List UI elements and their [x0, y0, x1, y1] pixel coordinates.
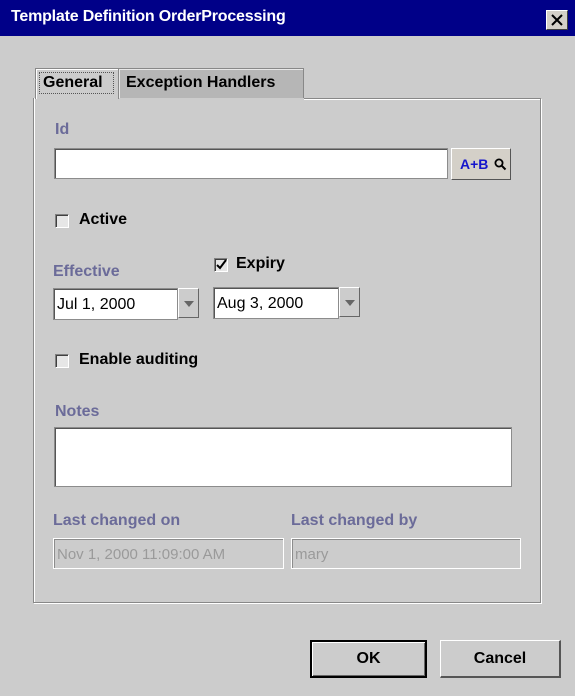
- active-checkbox[interactable]: [55, 214, 69, 228]
- effective-dropdown-button[interactable]: [178, 288, 199, 318]
- ok-button[interactable]: OK: [310, 640, 427, 678]
- last-changed-on-field: Nov 1, 2000 11:09:00 AM: [53, 538, 284, 569]
- effective-date-field[interactable]: Jul 1, 2000: [53, 288, 178, 320]
- auditing-label: Enable auditing: [79, 351, 199, 368]
- expiry-checkbox[interactable]: [214, 258, 228, 272]
- window-title: Template Definition OrderProcessing: [11, 8, 286, 25]
- cancel-button[interactable]: Cancel: [440, 640, 561, 678]
- active-label: Active: [79, 211, 128, 228]
- tab-exception-handlers[interactable]: Exception Handlers: [119, 68, 304, 99]
- expiry-date-field[interactable]: Aug 3, 2000: [213, 287, 339, 319]
- effective-label: Effective: [53, 263, 120, 280]
- checkmark-icon: [216, 259, 227, 270]
- id-label: Id: [55, 121, 70, 138]
- expiry-dropdown-button[interactable]: [339, 287, 360, 317]
- expiry-label: Expiry: [236, 255, 285, 272]
- title-bar[interactable]: Template Definition OrderProcessing: [0, 0, 575, 36]
- last-changed-by-field: mary: [291, 538, 521, 569]
- last-changed-by-label: Last changed by: [291, 512, 418, 529]
- notes-textarea[interactable]: [54, 427, 512, 487]
- auditing-checkbox[interactable]: [55, 354, 69, 368]
- last-changed-on-label: Last changed on: [53, 512, 181, 529]
- notes-label: Notes: [55, 403, 100, 420]
- lookup-label: A+B: [460, 156, 489, 172]
- chevron-down-icon: [184, 301, 194, 307]
- close-button[interactable]: [546, 10, 568, 30]
- dialog-window: Template Definition OrderProcessing Exce…: [0, 0, 575, 696]
- lookup-button[interactable]: A+B: [451, 148, 511, 180]
- chevron-down-icon: [345, 300, 355, 306]
- close-icon: [551, 14, 563, 26]
- tab-general-label: General: [43, 74, 103, 91]
- tab-general[interactable]: General: [35, 68, 119, 99]
- magnifier-icon: [494, 158, 507, 171]
- id-field[interactable]: [54, 148, 448, 179]
- tab-exception-handlers-label: Exception Handlers: [126, 74, 276, 91]
